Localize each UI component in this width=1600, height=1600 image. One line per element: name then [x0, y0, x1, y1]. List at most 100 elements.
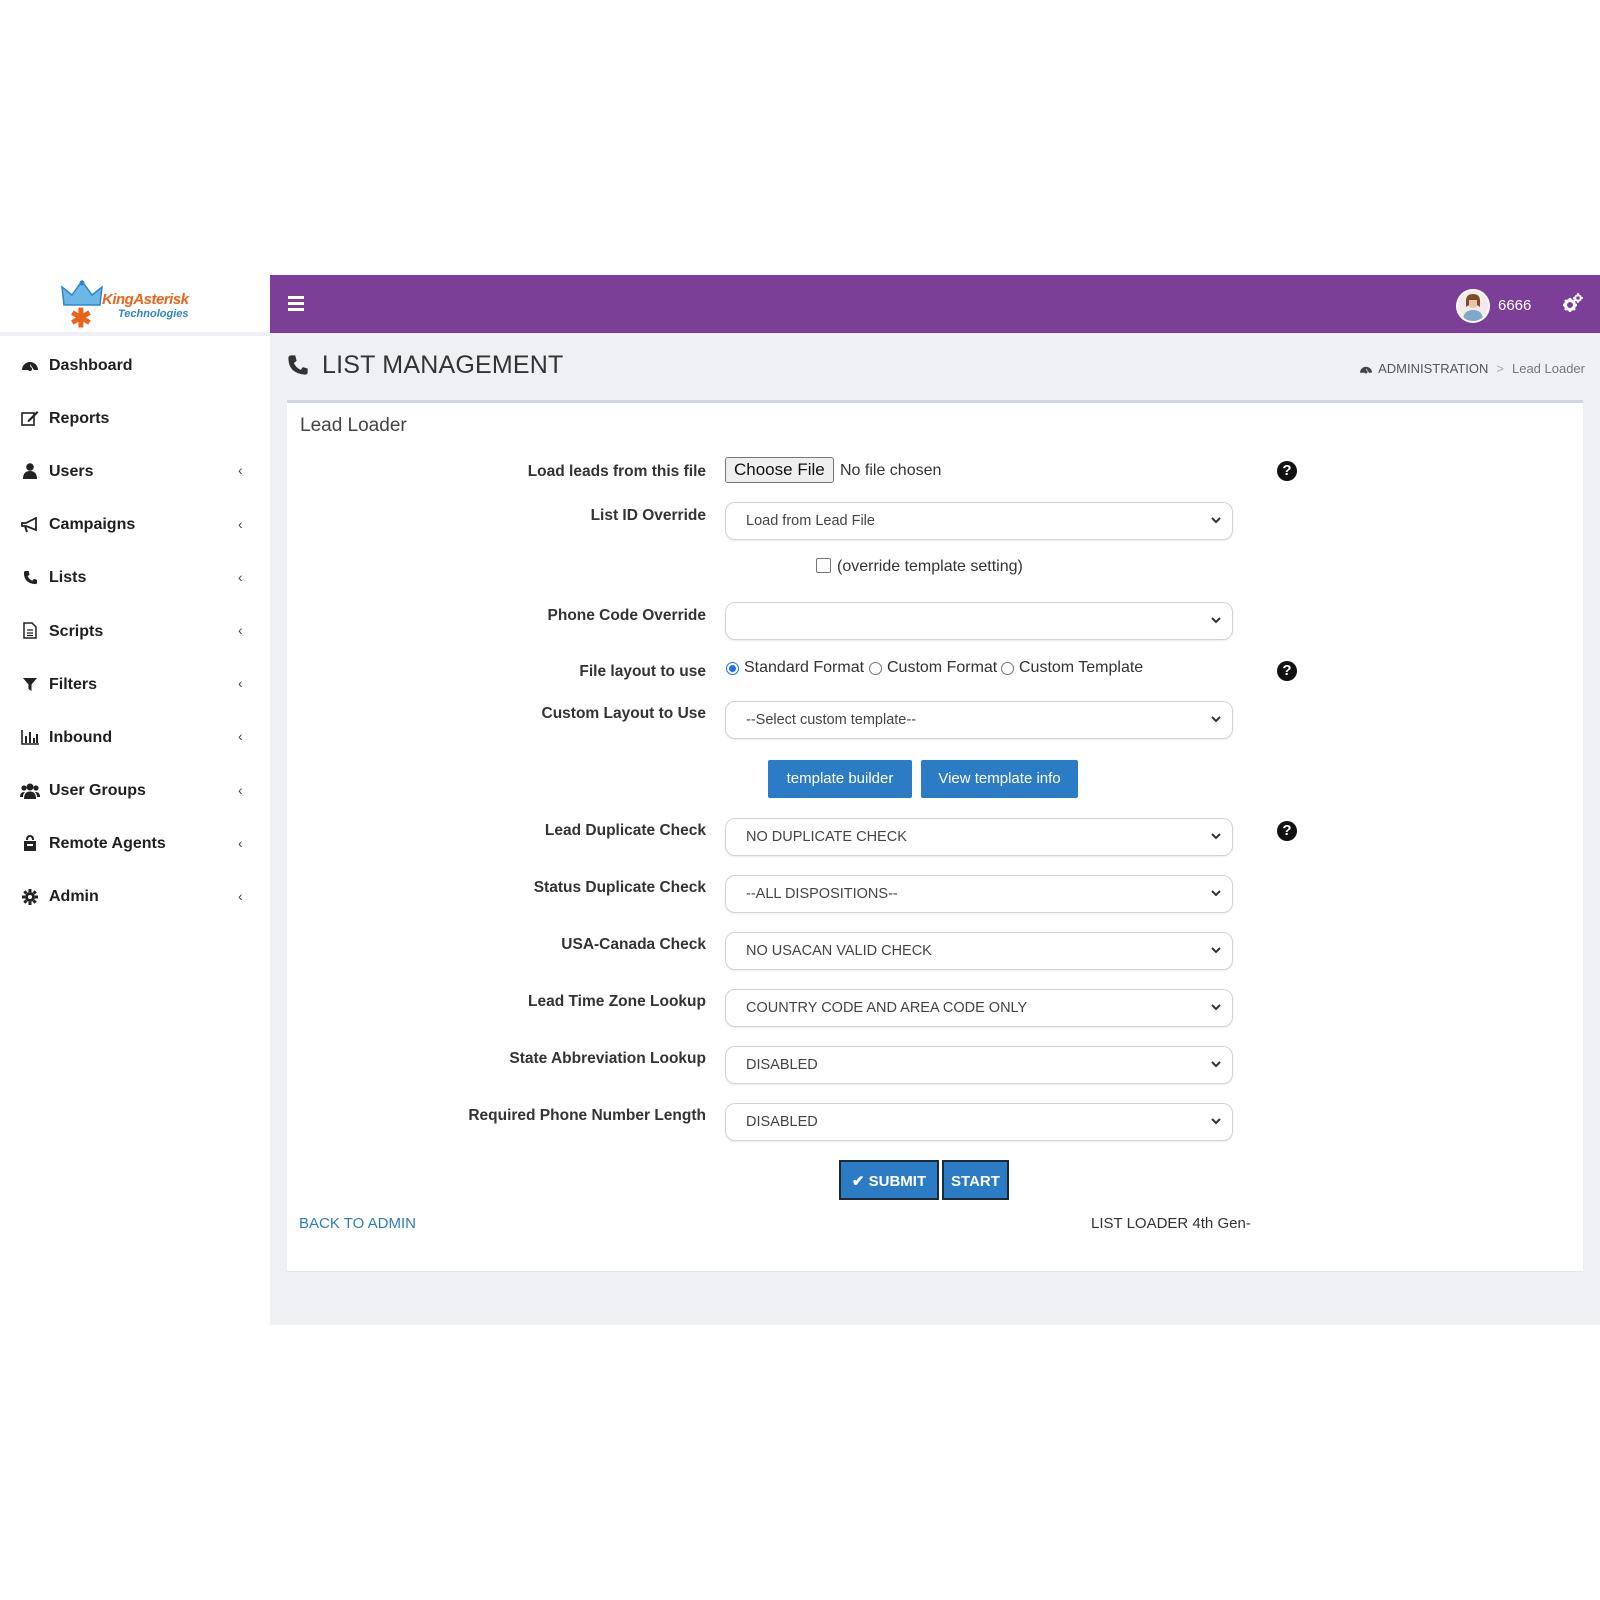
sidebar: ✱ KingAsterisk Technologies Dashboard Re…: [0, 275, 270, 1325]
sidebar-nav: Dashboard Reports Users ‹ Campaigns ‹ Li…: [0, 339, 270, 924]
filter-icon: [20, 674, 40, 694]
username-label[interactable]: 6666: [1498, 297, 1531, 314]
breadcrumb-root-link[interactable]: ADMINISTRATION: [1378, 361, 1488, 376]
select-value: --Select custom template--: [746, 712, 917, 728]
choose-file-button[interactable]: Choose File: [725, 457, 834, 483]
back-to-admin-link[interactable]: BACK TO ADMIN: [299, 1215, 416, 1232]
sidebar-item-remote-agents[interactable]: Remote Agents ‹: [0, 818, 270, 871]
radio-standard-format[interactable]: [726, 662, 739, 675]
submit-button[interactable]: ✔ SUBMIT: [839, 1160, 939, 1200]
logo-area: ✱ KingAsterisk Technologies: [0, 275, 270, 336]
file-status-text: No file chosen: [840, 462, 942, 479]
chevron-down-icon: [1211, 716, 1221, 723]
phone-length-label: Required Phone Number Length: [468, 1107, 706, 1124]
lead-duplicate-label: Lead Duplicate Check: [544, 822, 706, 839]
radio-custom-format[interactable]: [869, 662, 882, 675]
radio-standard-format-label: Standard Format: [744, 659, 865, 676]
main-content: LIST MANAGEMENT ADMINISTRATION > Lead Lo…: [270, 333, 1600, 1325]
status-duplicate-select[interactable]: --ALL DISPOSITIONS--: [725, 875, 1233, 913]
select-value: COUNTRY CODE AND AREA CODE ONLY: [746, 1000, 1028, 1016]
chevron-down-icon: [1211, 890, 1221, 897]
select-value: --ALL DISPOSITIONS--: [746, 886, 898, 902]
sidebar-item-campaigns[interactable]: Campaigns ‹: [0, 499, 270, 552]
chevron-left-icon: ‹: [238, 568, 243, 585]
start-button[interactable]: START: [942, 1160, 1009, 1200]
gear-icon: [20, 887, 40, 907]
state-abbreviation-select[interactable]: DISABLED: [725, 1046, 1233, 1084]
chevron-left-icon: ‹: [238, 728, 243, 745]
user-icon: [20, 461, 40, 481]
help-icon[interactable]: ?: [1277, 821, 1297, 841]
chevron-left-icon: ‹: [238, 621, 243, 638]
logo-text: KingAsterisk: [102, 291, 189, 308]
select-value: Load from Lead File: [746, 513, 875, 529]
chevron-left-icon: ‹: [238, 781, 243, 798]
phone-code-label: Phone Code Override: [547, 607, 706, 624]
breadcrumb-separator: >: [1496, 361, 1504, 376]
phone-icon: [288, 355, 308, 375]
override-template-label: (override template setting): [837, 558, 1023, 575]
state-abbreviation-label: State Abbreviation Lookup: [509, 1050, 706, 1067]
phone-code-select[interactable]: [725, 602, 1233, 640]
chevron-down-icon: [1211, 1004, 1221, 1011]
hamburger-menu-icon[interactable]: [288, 296, 304, 311]
sidebar-item-label: Scripts: [49, 622, 104, 640]
chevron-down-icon: [1211, 1061, 1221, 1068]
app-shell: ✱ KingAsterisk Technologies Dashboard Re…: [0, 275, 1600, 1325]
chevron-left-icon: ‹: [238, 515, 243, 532]
sidebar-item-label: Filters: [49, 675, 98, 693]
top-navbar: 6666: [270, 275, 1600, 333]
sidebar-item-user-groups[interactable]: User Groups ‹: [0, 765, 270, 818]
template-builder-button[interactable]: template builder: [768, 760, 912, 798]
sidebar-item-users[interactable]: Users ‹: [0, 445, 270, 498]
custom-layout-select[interactable]: --Select custom template--: [725, 701, 1233, 739]
list-id-select[interactable]: Load from Lead File: [725, 502, 1233, 540]
usa-canada-select[interactable]: NO USACAN VALID CHECK: [725, 932, 1233, 970]
sidebar-item-admin[interactable]: Admin ‹: [0, 871, 270, 924]
sidebar-item-lists[interactable]: Lists ‹: [0, 552, 270, 605]
sidebar-item-label: Lists: [49, 569, 87, 587]
document-icon: [20, 621, 40, 641]
kingasterisk-logo[interactable]: ✱ KingAsterisk Technologies: [58, 277, 193, 333]
list-id-label: List ID Override: [590, 507, 706, 524]
load-file-label: Load leads from this file: [527, 463, 706, 480]
help-icon[interactable]: ?: [1277, 661, 1297, 681]
asterisk-icon: ✱: [70, 303, 92, 333]
sidebar-item-label: Users: [49, 462, 94, 480]
chevron-left-icon: ‹: [238, 834, 243, 851]
sidebar-item-label: User Groups: [49, 782, 146, 800]
sidebar-item-dashboard[interactable]: Dashboard: [0, 339, 270, 392]
logo-subtext: Technologies: [118, 308, 189, 320]
view-template-info-button[interactable]: View template info: [921, 760, 1078, 798]
chevron-left-icon: ‹: [238, 887, 243, 904]
card-title: Lead Loader: [300, 415, 407, 436]
sidebar-item-scripts[interactable]: Scripts ‹: [0, 605, 270, 658]
sidebar-item-inbound[interactable]: Inbound ‹: [0, 711, 270, 764]
sidebar-item-label: Remote Agents: [49, 835, 166, 853]
radio-custom-template[interactable]: [1001, 662, 1014, 675]
chevron-left-icon: ‹: [238, 462, 243, 479]
phone-length-select[interactable]: DISABLED: [725, 1103, 1233, 1141]
bullhorn-icon: [20, 515, 40, 535]
lead-duplicate-select[interactable]: NO DUPLICATE CHECK: [725, 818, 1233, 856]
usa-canada-label: USA-Canada Check: [561, 936, 706, 953]
sidebar-item-label: Dashboard: [49, 356, 133, 374]
phone-icon: [20, 568, 40, 588]
dashboard-icon: [1360, 366, 1373, 373]
timezone-lookup-select[interactable]: COUNTRY CODE AND AREA CODE ONLY: [725, 989, 1233, 1027]
select-value: NO USACAN VALID CHECK: [746, 943, 932, 959]
radio-custom-format-label: Custom Format: [887, 659, 998, 676]
timezone-lookup-label: Lead Time Zone Lookup: [528, 993, 706, 1010]
chevron-left-icon: ‹: [238, 675, 243, 692]
sidebar-item-reports[interactable]: Reports: [0, 392, 270, 445]
chevron-down-icon: [1211, 833, 1221, 840]
remote-agent-icon: [20, 834, 40, 854]
version-text: LIST LOADER 4th Gen-: [1091, 1215, 1251, 1232]
avatar[interactable]: [1456, 289, 1490, 323]
sidebar-item-filters[interactable]: Filters ‹: [0, 658, 270, 711]
page-title: LIST MANAGEMENT: [322, 351, 564, 379]
settings-gears-icon[interactable]: [1562, 292, 1584, 314]
chevron-down-icon: [1211, 1118, 1221, 1125]
help-icon[interactable]: ?: [1277, 461, 1297, 481]
override-template-checkbox[interactable]: [816, 558, 831, 573]
